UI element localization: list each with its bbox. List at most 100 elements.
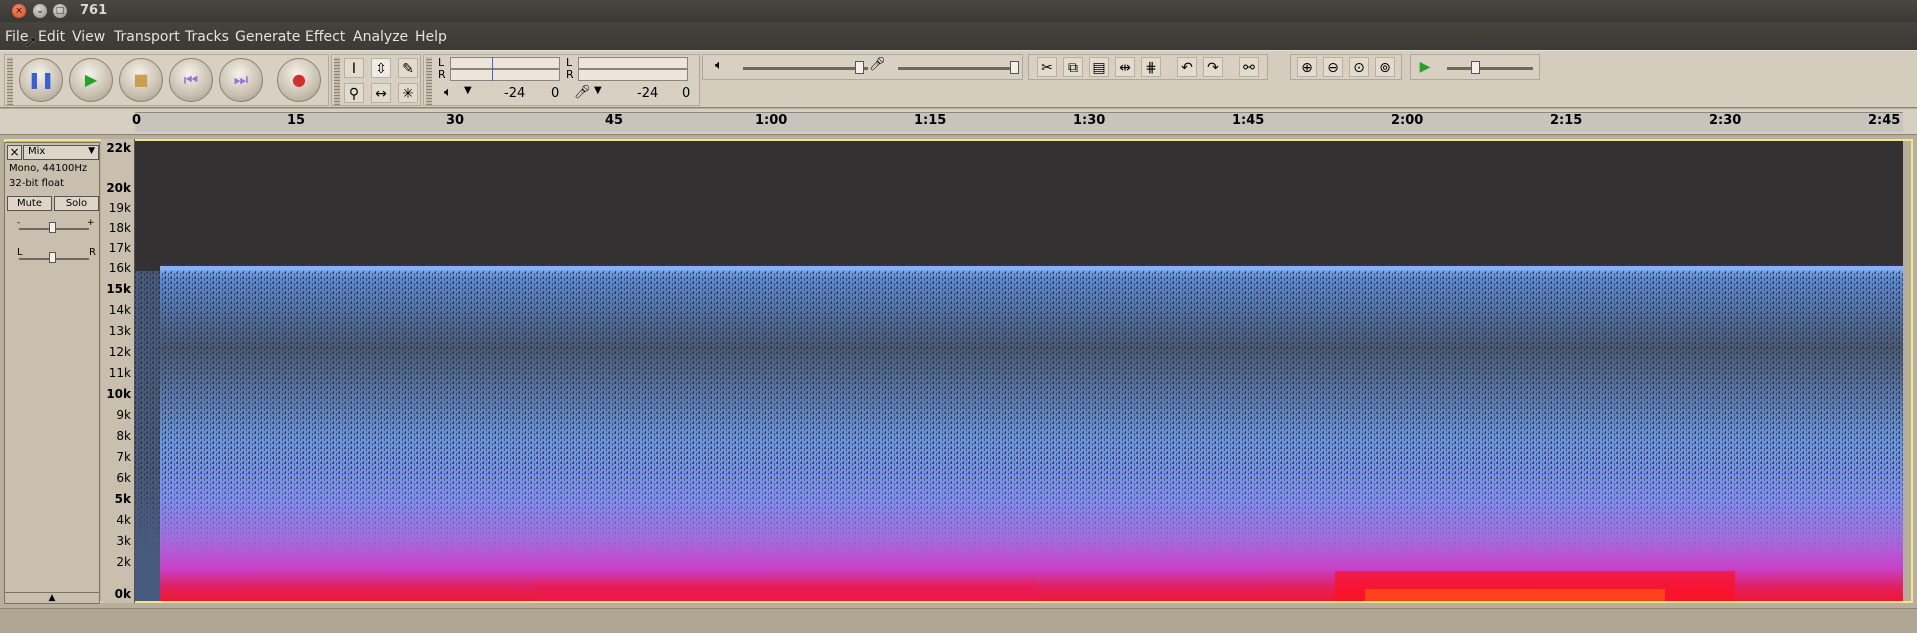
- redo-icon[interactable]: ↷: [1203, 57, 1223, 77]
- playback-speed-slider[interactable]: [1447, 67, 1533, 70]
- maximize-window-button[interactable]: □: [53, 4, 67, 18]
- track-close-button[interactable]: ×: [7, 145, 22, 160]
- menu-generate[interactable]: Generate: [235, 29, 300, 45]
- freq-label: 15k: [106, 282, 131, 296]
- menu-analyze[interactable]: Analyze: [353, 29, 408, 45]
- gain-minus-label: -: [17, 218, 21, 228]
- toolbar-grip[interactable]: [426, 57, 432, 105]
- menu-transport[interactable]: Transport: [114, 29, 180, 45]
- output-volume-slider[interactable]: [743, 67, 868, 70]
- playback-speed-thumb[interactable]: [1471, 61, 1480, 74]
- copy-icon[interactable]: ⧉: [1063, 57, 1083, 77]
- playback-meter-dropdown[interactable]: ▼: [464, 85, 472, 96]
- menu-tracks[interactable]: Tracks: [185, 29, 229, 45]
- record-db-label: -24: [637, 86, 659, 101]
- zoom-in-icon[interactable]: ⊕: [1297, 57, 1317, 77]
- paste-icon[interactable]: ▤: [1089, 57, 1109, 77]
- playback-meter-left: [450, 57, 560, 69]
- input-microphone-icon: 🎤︎: [869, 57, 886, 72]
- play-at-speed-toolbar: ▶: [1410, 54, 1540, 80]
- edit-toolbar: ✂ ⧉ ▤ ⇹ ⋕ ↶ ↷ ⚯: [1028, 54, 1268, 80]
- freq-label: 7k: [116, 450, 131, 464]
- meter-right-label: R: [438, 68, 446, 81]
- fit-selection-icon[interactable]: ⊙: [1349, 57, 1369, 77]
- record-zero-label: 0: [682, 86, 691, 101]
- title-bar: × ⌄ □ 761: [0, 0, 1917, 22]
- pause-button[interactable]: ❚❚: [19, 58, 63, 102]
- mute-button[interactable]: Mute: [7, 196, 52, 211]
- pan-slider-thumb[interactable]: [49, 252, 56, 263]
- record-button[interactable]: ●: [277, 58, 321, 102]
- timeshift-tool-icon[interactable]: ↔: [371, 83, 391, 103]
- spectrogram-image: [135, 141, 1903, 601]
- ruler-tick-label: 45: [605, 113, 624, 128]
- solo-button[interactable]: Solo: [54, 196, 99, 211]
- zoom-toolbar: ⊕ ⊖ ⊙ ⊚: [1290, 54, 1402, 80]
- freq-label: 14k: [108, 303, 131, 317]
- frequency-axis: 22k 20k 19k 18k 17k 16k 15k 14k 13k 12k …: [101, 139, 135, 603]
- pan-right-label: R: [89, 247, 96, 258]
- timeline-ruler[interactable]: 0 15 30 45 1:00 1:15 1:30 1:45 2:00 2:15…: [0, 109, 1917, 135]
- selection-tool-icon[interactable]: I: [344, 58, 364, 78]
- silence-icon[interactable]: ⋕: [1141, 57, 1161, 77]
- freq-label: 20k: [106, 181, 131, 195]
- play-at-speed-icon[interactable]: ▶: [1415, 57, 1435, 77]
- spectrogram-view[interactable]: [135, 141, 1903, 601]
- track-collapse-button[interactable]: ▲: [4, 592, 100, 604]
- undo-icon[interactable]: ↶: [1177, 57, 1197, 77]
- track-name: Mix: [28, 146, 46, 157]
- playback-meter-right: [450, 69, 560, 81]
- freq-label: 17k: [108, 241, 131, 255]
- menu-help[interactable]: Help: [415, 29, 447, 45]
- envelope-tool-icon[interactable]: ⇳: [371, 58, 391, 78]
- freq-label: 19k: [108, 201, 131, 215]
- volume-icon: 🔈︎: [715, 58, 723, 73]
- menu-effect[interactable]: Effect: [305, 29, 345, 45]
- output-volume-thumb[interactable]: [855, 61, 864, 74]
- track-menu-dropdown-icon: ▼: [88, 146, 95, 156]
- draw-tool-icon[interactable]: ✎: [398, 58, 418, 78]
- record-meter-right: [578, 69, 688, 81]
- toolbar-grip[interactable]: [7, 57, 13, 105]
- freq-label: 0k: [114, 587, 131, 601]
- input-volume-slider[interactable]: [898, 67, 1018, 70]
- ruler-tick-label: 1:15: [914, 113, 947, 128]
- skip-to-start-button[interactable]: ⏮: [169, 58, 213, 102]
- playback-db-label: -24: [504, 86, 526, 101]
- toolbar-grip[interactable]: [334, 57, 340, 105]
- close-window-button[interactable]: ×: [12, 4, 26, 18]
- status-bar: [0, 608, 1917, 633]
- minimize-window-button[interactable]: ⌄: [33, 4, 47, 18]
- skip-to-end-button[interactable]: ⏭: [219, 58, 263, 102]
- freq-label: 11k: [108, 366, 131, 380]
- record-meter-dropdown[interactable]: ▼: [594, 85, 602, 96]
- cut-icon[interactable]: ✂: [1037, 57, 1057, 77]
- stop-button[interactable]: ■: [119, 58, 163, 102]
- ruler-tick-label: 2:00: [1391, 113, 1424, 128]
- timeline-track[interactable]: 0 15 30 45 1:00 1:15 1:30 1:45 2:00 2:15…: [132, 112, 1903, 132]
- menu-view[interactable]: View: [72, 29, 105, 45]
- multi-tool-icon[interactable]: ✳: [398, 83, 418, 103]
- sync-lock-icon[interactable]: ⚯: [1239, 57, 1259, 77]
- track-name-menu[interactable]: Mix ▼: [23, 145, 99, 160]
- freq-label: 18k: [108, 221, 131, 235]
- microphone-icon[interactable]: 🎤︎: [574, 85, 591, 100]
- fit-project-icon[interactable]: ⊚: [1375, 57, 1395, 77]
- ruler-tick-label: 2:15: [1550, 113, 1583, 128]
- trim-icon[interactable]: ⇹: [1115, 57, 1135, 77]
- freq-label: 5k: [114, 492, 131, 506]
- zoom-tool-icon[interactable]: ⚲: [344, 83, 364, 103]
- ruler-tick-label: 1:45: [1232, 113, 1265, 128]
- track-bitdepth: 32-bit float: [9, 178, 65, 189]
- zoom-out-icon[interactable]: ⊖: [1323, 57, 1343, 77]
- meter-toolbar: L R L R 🔈︎ ▼ -24 0 🎤︎ ▼ -24 0: [423, 54, 700, 106]
- freq-label: 8k: [116, 429, 131, 443]
- ruler-tick-label: 30: [446, 113, 465, 128]
- speaker-icon[interactable]: 🔈︎: [444, 85, 452, 100]
- menu-edit[interactable]: Edit: [38, 29, 65, 45]
- freq-label: 12k: [108, 345, 131, 359]
- play-button[interactable]: ▶: [69, 58, 113, 102]
- gain-slider-thumb[interactable]: [49, 222, 56, 233]
- input-volume-thumb[interactable]: [1010, 61, 1019, 74]
- ruler-tick-label: 15: [287, 113, 306, 128]
